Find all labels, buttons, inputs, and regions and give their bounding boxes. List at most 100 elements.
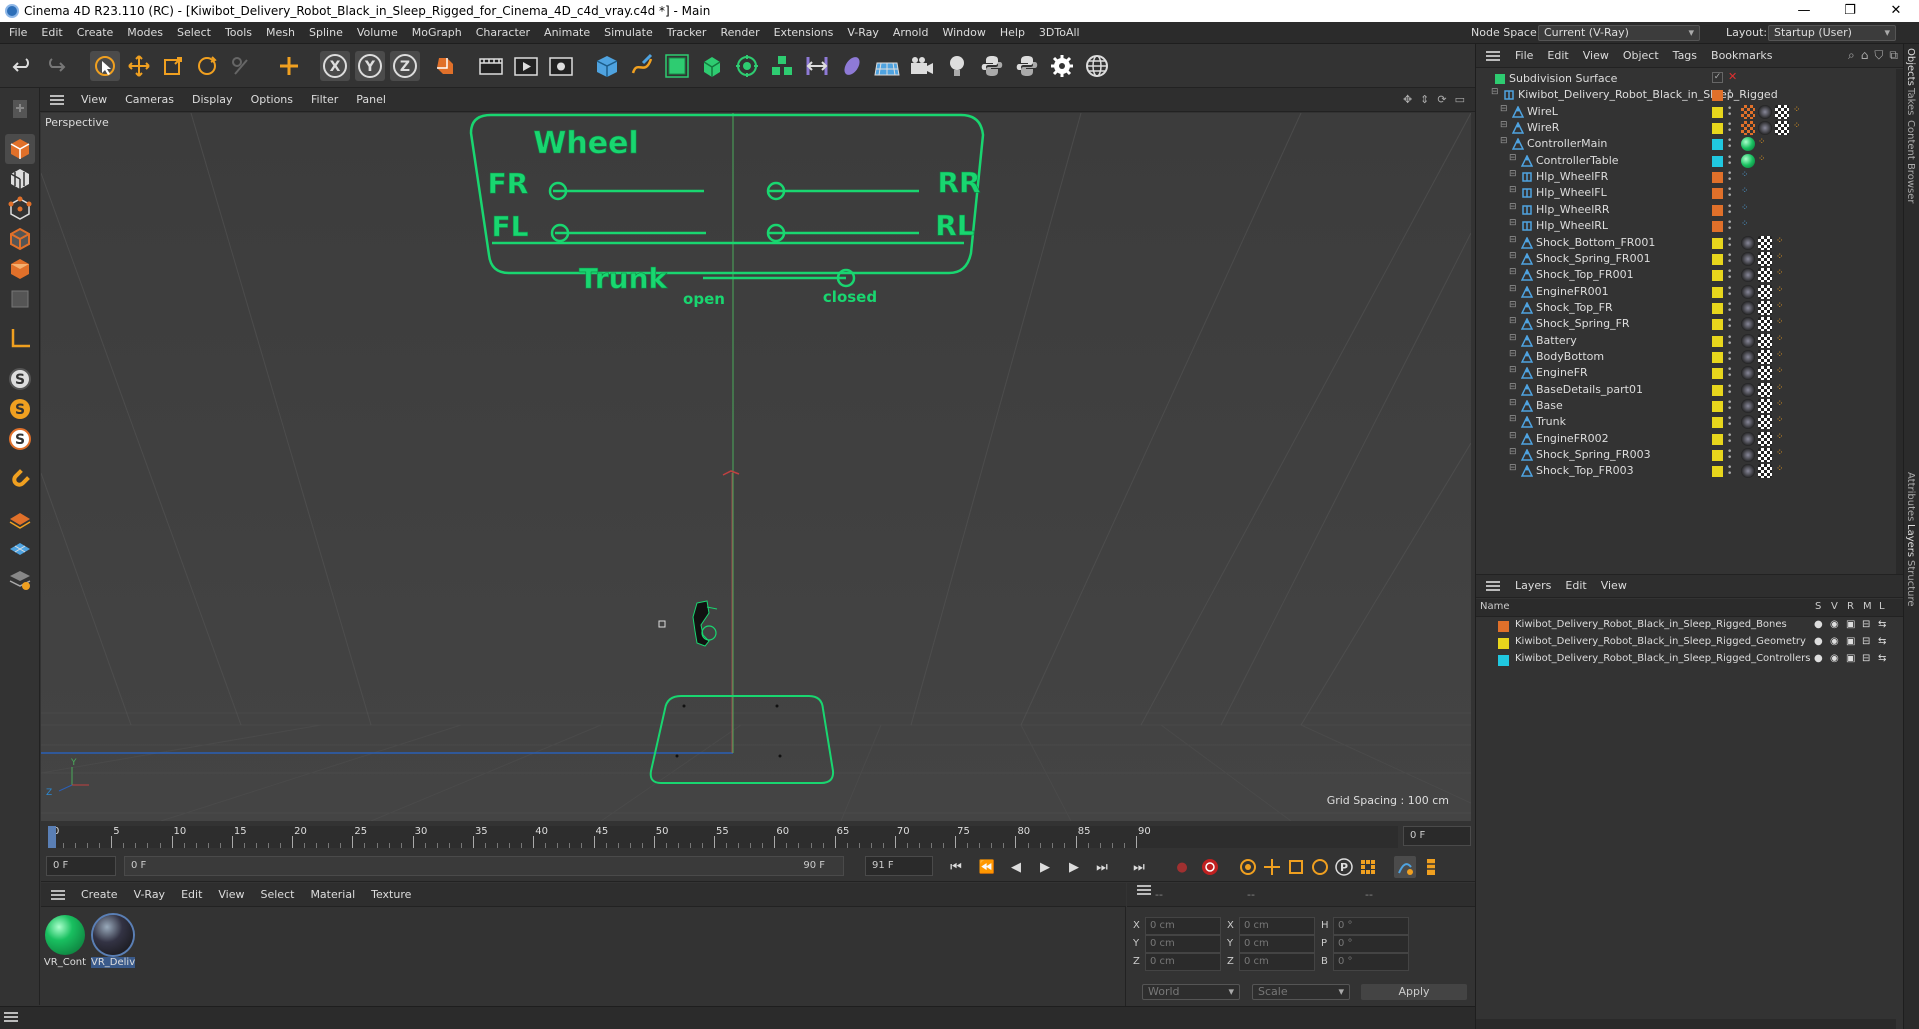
menu-tools[interactable]: Tools — [218, 22, 259, 44]
constraint-tag-icon[interactable]: ⁘ — [1741, 219, 1749, 229]
disable-x-icon[interactable]: ✕ — [1728, 70, 1737, 83]
material-tag-icon[interactable] — [1741, 431, 1755, 446]
material-tag-icon[interactable] — [1741, 284, 1755, 299]
material-tag-icon[interactable] — [1741, 300, 1755, 315]
viewport-menu-panel[interactable]: Panel — [347, 88, 395, 112]
make-editable-icon[interactable] — [5, 94, 35, 124]
tag-dots-icon[interactable]: ⁘ — [1776, 464, 1784, 474]
material-tag-icon[interactable] — [1741, 448, 1755, 463]
uv-tag-icon[interactable] — [1758, 464, 1772, 479]
checker-tag-icon[interactable] — [1741, 104, 1755, 119]
visibility-dots-icon[interactable]: • • — [1727, 268, 1732, 283]
previous-key-icon[interactable]: ⏪ — [976, 856, 998, 878]
viewport-rotate-icon[interactable]: ⟳ — [1437, 93, 1446, 106]
visibility-dots-icon[interactable]: • • — [1727, 235, 1732, 250]
layer-color-swatch[interactable] — [1498, 655, 1509, 666]
visibility-dots-icon[interactable]: • • — [1727, 186, 1732, 201]
solo-dot-icon[interactable]: ● — [1814, 636, 1823, 647]
y-axis-lock-icon[interactable]: Y — [355, 51, 385, 81]
tag-dots-icon[interactable]: ⁘ — [1776, 399, 1784, 409]
menu-arnold[interactable]: Arnold — [886, 22, 936, 44]
object-layer-color[interactable] — [1712, 221, 1723, 233]
close-button[interactable]: ✕ — [1873, 0, 1919, 22]
visibility-dots-icon[interactable]: • • — [1727, 104, 1732, 119]
menu-modes[interactable]: Modes — [120, 22, 170, 44]
tag-dots-icon[interactable]: ⁘ — [1793, 121, 1801, 131]
side-tab-content-browser[interactable]: Content Browser — [1905, 120, 1916, 203]
menu-volume[interactable]: Volume — [350, 22, 405, 44]
object-layer-color[interactable] — [1712, 188, 1723, 200]
visibility-dots-icon[interactable]: • • — [1727, 284, 1732, 299]
texture-mode-icon[interactable] — [5, 164, 35, 194]
layer-row[interactable]: Kiwibot_Delivery_Robot_Black_in_Sleep_Ri… — [1476, 652, 1904, 669]
tree-expander-icon[interactable]: ⊟ — [1491, 87, 1499, 97]
constraint-tag-icon[interactable]: ⁘ — [1741, 186, 1749, 196]
tag-dots-icon[interactable]: ⁘ — [1776, 285, 1784, 295]
object-menu-file[interactable]: File — [1508, 44, 1540, 68]
lock-icon[interactable]: ⇆ — [1878, 653, 1886, 664]
tag-dots-icon[interactable]: ⁘ — [1776, 301, 1784, 311]
pos-y-field[interactable]: 0 cm — [1145, 935, 1221, 953]
uv-tag-icon[interactable] — [1758, 317, 1772, 332]
tree-expander-icon[interactable]: ⊟ — [1509, 218, 1517, 228]
tree-expander-icon[interactable]: ⊟ — [1509, 267, 1517, 277]
node-space-dropdown[interactable]: Current (V-Ray) — [1538, 25, 1700, 41]
tree-expander-icon[interactable]: ⊟ — [1509, 365, 1517, 375]
visibility-dots-icon[interactable]: • • — [1727, 137, 1732, 152]
uv-tag-icon[interactable] — [1758, 349, 1772, 364]
object-tree[interactable]: Subdivision Surface ✓ ✕ ⊟ Kiwibot_Delivery_R… — [1476, 69, 1896, 614]
viewport-menu-icon[interactable] — [50, 94, 64, 105]
current-frame-field[interactable]: 0 F — [1403, 826, 1471, 846]
material-menu-edit[interactable]: Edit — [173, 883, 210, 907]
axis-mode-icon[interactable] — [5, 324, 35, 354]
go-to-end-icon[interactable]: ⏭ — [1128, 856, 1150, 878]
eye-icon[interactable]: ◉ — [1830, 636, 1839, 647]
material-tag-icon[interactable] — [1741, 464, 1755, 479]
menu-mograph[interactable]: MoGraph — [405, 22, 469, 44]
material-swatch-vr-deliv[interactable]: VR_Deliv — [91, 913, 135, 973]
viewport-menu-cameras[interactable]: Cameras — [116, 88, 183, 112]
add-object-icon[interactable] — [274, 51, 304, 81]
tree-expander-icon[interactable]: ⊟ — [1509, 185, 1517, 195]
material-tag-icon[interactable] — [1741, 268, 1755, 283]
key-rotation-icon[interactable] — [1309, 856, 1331, 878]
menu-simulate[interactable]: Simulate — [597, 22, 660, 44]
tag-dots-icon[interactable]: ⁘ — [1776, 350, 1784, 360]
rot-p-field[interactable]: 0 ° — [1333, 935, 1409, 953]
tree-expander-icon[interactable]: ⊟ — [1509, 333, 1517, 343]
layers-menu-edit[interactable]: Edit — [1558, 574, 1593, 598]
apply-button[interactable]: Apply — [1361, 984, 1467, 1000]
tag-dots-icon[interactable]: ⁘ — [1758, 137, 1766, 147]
tree-expander-icon[interactable]: ⊟ — [1509, 414, 1517, 424]
lock-icon[interactable]: ⇆ — [1878, 619, 1886, 630]
layout-dropdown[interactable]: Startup (User) — [1768, 25, 1896, 41]
object-layer-color[interactable] — [1712, 401, 1723, 412]
visibility-dots-icon[interactable]: • • — [1727, 349, 1732, 364]
tree-expander-icon[interactable]: ⊟ — [1509, 251, 1517, 261]
viewport-pan-icon[interactable]: ✥ — [1403, 93, 1412, 106]
material-menu-material[interactable]: Material — [302, 883, 363, 907]
material-menu-icon[interactable] — [51, 889, 65, 900]
tree-expander-icon[interactable]: ⊟ — [1509, 382, 1517, 392]
menu-3dtoall[interactable]: 3DToAll — [1032, 22, 1087, 44]
object-layer-color[interactable] — [1712, 270, 1723, 282]
object-layer-color[interactable] — [1712, 368, 1723, 380]
motion-recording-icon[interactable] — [1394, 856, 1416, 878]
menu-mesh[interactable]: Mesh — [259, 22, 302, 44]
viewport-menu-options[interactable]: Options — [242, 88, 302, 112]
uv-mode-icon[interactable] — [5, 284, 35, 314]
end-frame-field[interactable]: 91 F — [865, 856, 933, 876]
next-key-icon[interactable]: ⏭ — [1091, 856, 1113, 878]
undo-icon[interactable] — [8, 51, 38, 81]
uv-tag-icon[interactable] — [1758, 333, 1772, 348]
eye-icon[interactable]: ◉ — [1830, 653, 1839, 664]
object-layer-color[interactable] — [1712, 466, 1723, 478]
minimize-button[interactable]: — — [1781, 0, 1827, 22]
tag-dots-icon[interactable]: ⁘ — [1776, 252, 1784, 262]
tag-dots-icon[interactable]: ⁘ — [1776, 334, 1784, 344]
object-menu-icon[interactable] — [1486, 50, 1500, 61]
object-layer-color[interactable] — [1712, 106, 1723, 118]
object-row[interactable]: ⊟ Shock_Top_FR003 • • ⁘ — [1476, 461, 1896, 481]
render-settings-icon[interactable] — [546, 51, 576, 81]
material-tag-icon[interactable] — [1741, 349, 1755, 364]
